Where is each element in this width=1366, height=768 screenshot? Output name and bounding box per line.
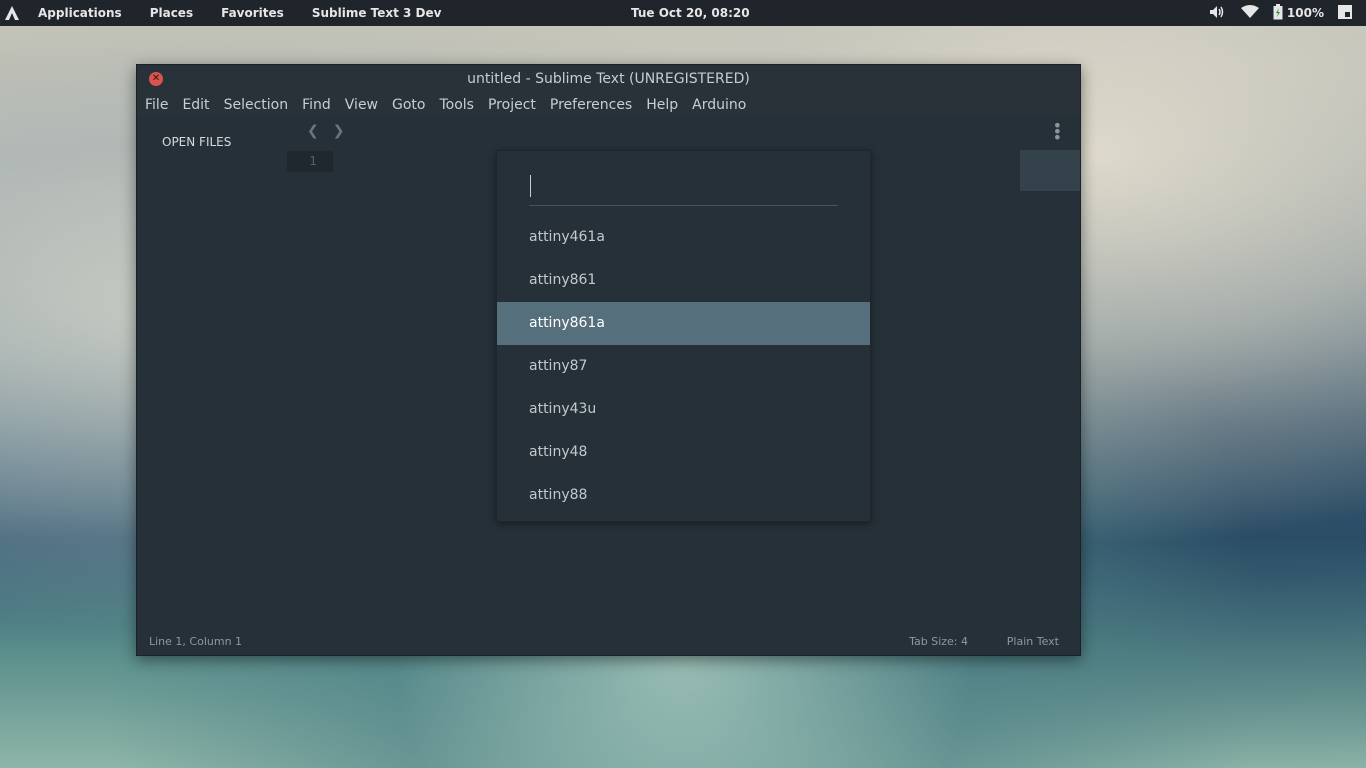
- list-item[interactable]: attiny48: [497, 431, 870, 474]
- list-item[interactable]: attiny43u: [497, 388, 870, 431]
- quick-panel-input[interactable]: [529, 169, 838, 206]
- tab-size[interactable]: Tab Size: 4: [909, 635, 968, 648]
- menu-goto[interactable]: Goto: [392, 97, 425, 113]
- cursor-position[interactable]: Line 1, Column 1: [149, 635, 242, 648]
- text-caret: [530, 175, 531, 197]
- window-titlebar[interactable]: ✕ untitled - Sublime Text (UNREGISTERED): [137, 65, 1080, 93]
- battery-icon[interactable]: [1273, 3, 1283, 23]
- panel-applications[interactable]: Applications: [38, 6, 122, 20]
- panel-active-app[interactable]: Sublime Text 3 Dev: [312, 6, 442, 20]
- list-item-selected[interactable]: attiny861a: [497, 302, 870, 345]
- syntax-selector[interactable]: Plain Text: [1007, 635, 1059, 648]
- list-item[interactable]: attiny461a: [497, 216, 870, 259]
- distro-logo-icon[interactable]: [0, 0, 24, 26]
- menu-file[interactable]: File: [145, 97, 168, 113]
- menu-tools[interactable]: Tools: [439, 97, 474, 113]
- menu-selection[interactable]: Selection: [224, 97, 289, 113]
- top-panel: Applications Places Favorites Sublime Te…: [0, 0, 1366, 26]
- menu-arduino[interactable]: Arduino: [692, 97, 746, 113]
- panel-places[interactable]: Places: [150, 6, 193, 20]
- menu-preferences[interactable]: Preferences: [550, 97, 632, 113]
- menu-help[interactable]: Help: [646, 97, 678, 113]
- quick-panel: attiny461a attiny861 attiny861a attiny87…: [496, 150, 871, 522]
- sidebar-open-files-title: OPEN FILES: [162, 135, 232, 149]
- quick-panel-list: attiny461a attiny861 attiny861a attiny87…: [497, 216, 870, 517]
- panel-favorites[interactable]: Favorites: [221, 6, 284, 20]
- line-number: 1: [309, 154, 317, 168]
- list-item[interactable]: attiny861: [497, 259, 870, 302]
- sidebar: OPEN FILES: [137, 117, 287, 629]
- chevron-left-icon[interactable]: ❮: [307, 123, 319, 139]
- menu-view[interactable]: View: [345, 97, 378, 113]
- wifi-icon[interactable]: [1240, 4, 1259, 22]
- status-bar: Line 1, Column 1 Tab Size: 4 Plain Text: [137, 629, 1080, 655]
- system-tray: 100%: [1209, 0, 1366, 26]
- panel-clock[interactable]: Tue Oct 20, 08:20: [631, 0, 750, 26]
- session-icon[interactable]: [1338, 4, 1352, 22]
- battery-percent: 100%: [1286, 6, 1324, 20]
- menu-find[interactable]: Find: [302, 97, 331, 113]
- line-gutter: 1: [287, 151, 333, 172]
- more-options-icon[interactable]: • • •: [1053, 118, 1062, 146]
- chevron-right-icon[interactable]: ❯: [333, 123, 345, 139]
- sublime-window: ✕ untitled - Sublime Text (UNREGISTERED)…: [136, 64, 1081, 656]
- menu-project[interactable]: Project: [488, 97, 536, 113]
- menu-edit[interactable]: Edit: [182, 97, 209, 113]
- window-title: untitled - Sublime Text (UNREGISTERED): [467, 71, 750, 87]
- close-icon[interactable]: ✕: [149, 72, 163, 86]
- editor-body: OPEN FILES ❮ ❯ 1 • • • attiny461a attiny861…: [137, 117, 1080, 655]
- list-item[interactable]: attiny88: [497, 474, 870, 517]
- minimap-viewport[interactable]: [1020, 150, 1080, 191]
- menubar: File Edit Selection Find View Goto Tools…: [137, 93, 1080, 117]
- list-item[interactable]: attiny87: [497, 345, 870, 388]
- volume-icon[interactable]: [1209, 5, 1227, 22]
- tab-navigation: ❮ ❯: [307, 123, 358, 139]
